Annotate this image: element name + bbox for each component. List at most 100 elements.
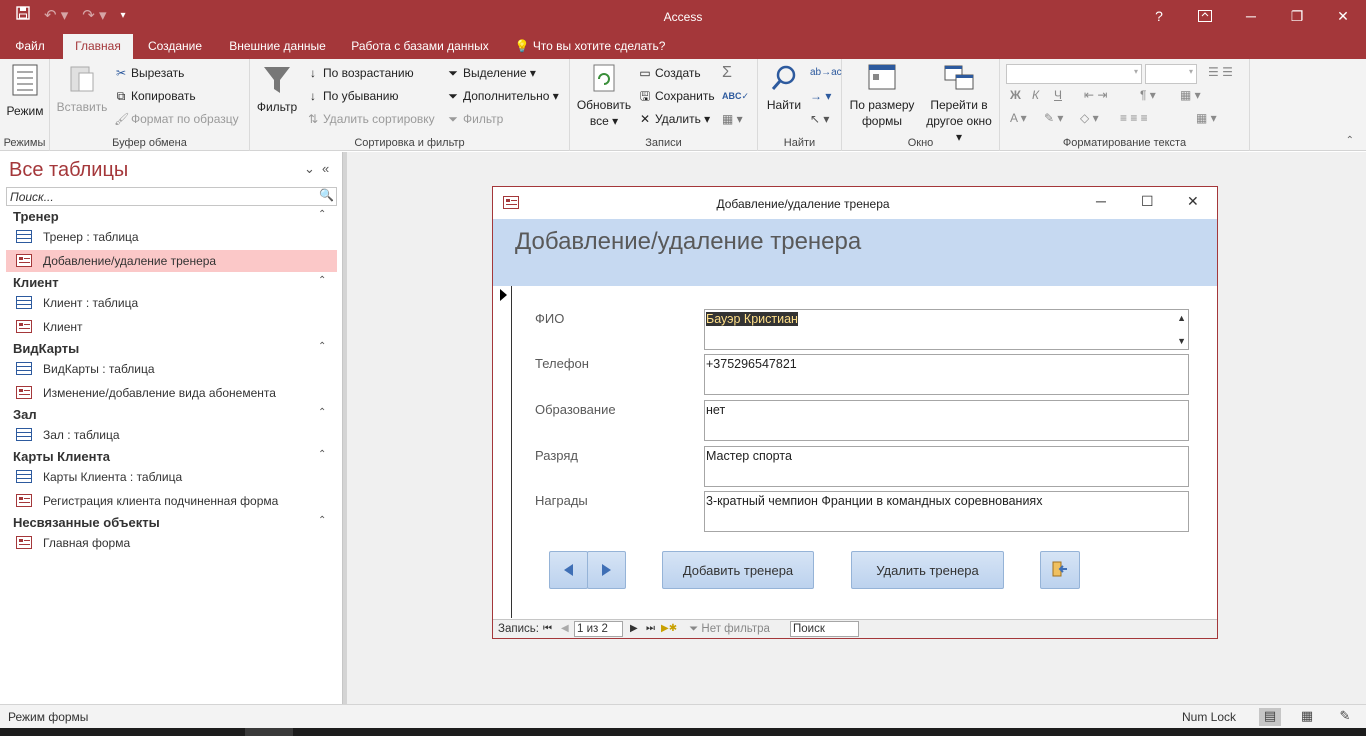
underline-button[interactable]: Ч — [1054, 88, 1062, 102]
collapse-chevron-icon[interactable]: ⌃ — [318, 209, 326, 220]
next-record-button[interactable] — [587, 551, 626, 589]
switch-windows-button[interactable]: Перейти в другое окно ▾ — [922, 63, 996, 145]
tab-external-data[interactable]: Внешние данные — [220, 34, 335, 59]
nav-menu-icon[interactable]: ⌄ — [304, 161, 315, 177]
align-icons[interactable]: ≡ ≡ ≡ — [1120, 111, 1148, 125]
first-record-icon[interactable]: ⏮ — [543, 623, 552, 634]
nav-item-client-cards-table[interactable]: Карты Клиента : таблица — [6, 466, 337, 488]
field-awards[interactable]: 3-кратный чемпион Франции в командных со… — [704, 491, 1189, 532]
tab-file[interactable]: Файл — [6, 34, 54, 59]
cut-button[interactable]: ✂ Вырезать — [114, 63, 184, 83]
delete-trainer-button[interactable]: Удалить тренера — [851, 551, 1004, 589]
collapse-chevron-icon[interactable]: ⌃ — [318, 275, 326, 286]
collapse-chevron-icon[interactable]: ⌃ — [318, 341, 326, 352]
new-record-button[interactable]: ▭ Создать — [638, 63, 700, 83]
font-color-button[interactable]: A ▾ — [1010, 111, 1027, 125]
toggle-filter-button[interactable]: ⏷ Фильтр — [446, 109, 503, 129]
tab-home[interactable]: Главная — [63, 34, 133, 59]
form-view-icon[interactable]: ▤ — [1259, 708, 1281, 726]
nav-group-client-cards[interactable]: Карты Клиента ⌃ — [13, 449, 326, 464]
scroll-up-icon[interactable]: ▲ — [1177, 313, 1186, 323]
close-icon[interactable]: ✕ — [1320, 0, 1366, 32]
tab-database-tools[interactable]: Работа с базами данных — [344, 34, 496, 59]
format-painter-button[interactable]: 🖌 Формат по образцу — [114, 109, 239, 129]
nav-item-hall-table[interactable]: Зал : таблица — [6, 424, 337, 446]
minimize-icon[interactable]: ─ — [1096, 193, 1106, 209]
advanced-button[interactable]: ⏷ Дополнительно ▾ — [446, 86, 559, 106]
paste-button[interactable]: Вставить — [56, 63, 108, 115]
ribbon-display-icon[interactable] — [1182, 0, 1228, 32]
highlight-icon[interactable]: ✎ ▾ — [1044, 111, 1063, 125]
italic-button[interactable]: К — [1032, 88, 1039, 102]
close-icon[interactable]: ✕ — [1187, 193, 1199, 210]
totals-icon[interactable]: Σ — [722, 63, 732, 83]
spelling-icon[interactable]: ABC✓ — [722, 86, 749, 106]
field-education[interactable]: нет — [704, 400, 1189, 441]
find-button[interactable]: Найти — [762, 63, 806, 113]
taskbar-item[interactable] — [245, 728, 293, 736]
last-record-icon[interactable]: ⏭ — [646, 623, 655, 634]
nav-item-main-form[interactable]: Главная форма — [6, 532, 337, 554]
record-position-input[interactable]: 1 из 2 — [574, 621, 623, 637]
replace-icon[interactable]: ab→ac — [810, 63, 842, 83]
paragraph-direction-icon[interactable]: ¶ ▾ — [1140, 88, 1156, 102]
nav-item-trainer-form[interactable]: Добавление/удаление тренера — [6, 250, 337, 272]
alternate-row-icon[interactable]: ▦ ▾ — [1196, 111, 1217, 125]
nav-item-client-form[interactable]: Клиент — [6, 316, 337, 338]
delete-record-button[interactable]: ✕ Удалить ▾ — [638, 109, 710, 129]
help-button[interactable]: ? — [1136, 0, 1182, 32]
remove-sort-button[interactable]: ⇅ Удалить сортировку — [306, 109, 435, 129]
nav-group-hall[interactable]: Зал ⌃ — [13, 407, 326, 422]
font-size-combo[interactable]: ▾ — [1145, 64, 1197, 84]
tab-create[interactable]: Создание — [140, 34, 210, 59]
fit-to-form-button[interactable]: По размеру формы — [846, 63, 918, 129]
record-search-input[interactable]: Поиск — [790, 621, 859, 637]
scroll-down-icon[interactable]: ▼ — [1177, 336, 1186, 346]
nav-group-card-type[interactable]: ВидКарты ⌃ — [13, 341, 326, 356]
nav-item-client-table[interactable]: Клиент : таблица — [6, 292, 337, 314]
prev-record-button[interactable] — [549, 551, 588, 589]
nav-item-card-type-form[interactable]: Изменение/добавление вида абонемента — [6, 382, 337, 404]
sort-desc-button[interactable]: ↓ По убыванию — [306, 86, 399, 106]
goto-icon[interactable]: → ▾ — [810, 86, 831, 106]
collapse-chevron-icon[interactable]: ⌃ — [318, 515, 326, 526]
next-record-icon[interactable]: ▶ — [630, 623, 638, 634]
minimize-icon[interactable]: ─ — [1228, 0, 1274, 32]
nav-item-trainer-table[interactable]: Тренер : таблица — [6, 226, 337, 248]
indent-icon[interactable]: ⇤ ⇥ — [1084, 88, 1107, 102]
nav-item-card-type-table[interactable]: ВидКарты : таблица — [6, 358, 337, 380]
field-rank[interactable]: Мастер спорта — [704, 446, 1189, 487]
add-trainer-button[interactable]: Добавить тренера — [662, 551, 814, 589]
layout-view-icon[interactable]: ▦ — [1296, 708, 1318, 726]
nav-group-client[interactable]: Клиент ⌃ — [13, 275, 326, 290]
nav-search-input[interactable]: Поиск... 🔍 — [6, 187, 337, 206]
no-filter-button[interactable]: ⏷ Нет фильтра — [689, 623, 770, 636]
close-form-button[interactable] — [1040, 551, 1080, 589]
copy-button[interactable]: ⧉ Копировать — [114, 86, 196, 106]
record-selector[interactable] — [493, 286, 512, 618]
bullets-icon[interactable]: ☰ ☰ — [1208, 65, 1233, 79]
restore-icon[interactable]: ❐ — [1274, 0, 1320, 32]
more-records-icon[interactable]: ▦ ▾ — [722, 109, 743, 129]
filter-button[interactable]: Фильтр — [254, 63, 300, 115]
bold-button[interactable]: Ж — [1010, 88, 1021, 102]
design-view-icon[interactable]: ✎ — [1334, 708, 1356, 726]
prev-record-icon[interactable]: ◀ — [561, 623, 569, 634]
field-fio[interactable]: Бауэр Кристиан ▲ ▼ — [704, 309, 1189, 350]
nav-title[interactable]: Все таблицы — [9, 159, 128, 182]
maximize-icon[interactable]: ☐ — [1141, 193, 1154, 210]
refresh-all-button[interactable]: Обновить все ▾ — [574, 63, 634, 129]
collapse-chevron-icon[interactable]: ⌃ — [318, 449, 326, 460]
nav-group-unrelated[interactable]: Несвязанные объекты ⌃ — [13, 515, 326, 530]
search-icon[interactable]: 🔍 — [319, 188, 334, 202]
view-button[interactable]: Режим — [4, 63, 46, 119]
fill-color-icon[interactable]: ◇ ▾ — [1080, 111, 1099, 125]
nav-group-trainer[interactable]: Тренер ⌃ — [13, 209, 326, 224]
field-phone[interactable]: +375296547821 — [704, 354, 1189, 395]
new-record-icon[interactable]: ▶✱ — [661, 623, 677, 634]
select-icon[interactable]: ↖ ▾ — [810, 109, 829, 129]
form-window-titlebar[interactable]: Добавление/удаление тренера ─ ☐ ✕ — [493, 187, 1217, 219]
nav-item-client-registration-subform[interactable]: Регистрация клиента подчиненная форма — [6, 490, 337, 512]
collapse-ribbon-icon[interactable]: ⌃ — [1346, 135, 1354, 146]
tell-me-search[interactable]: 💡 Что вы хотите сделать? — [510, 34, 670, 59]
